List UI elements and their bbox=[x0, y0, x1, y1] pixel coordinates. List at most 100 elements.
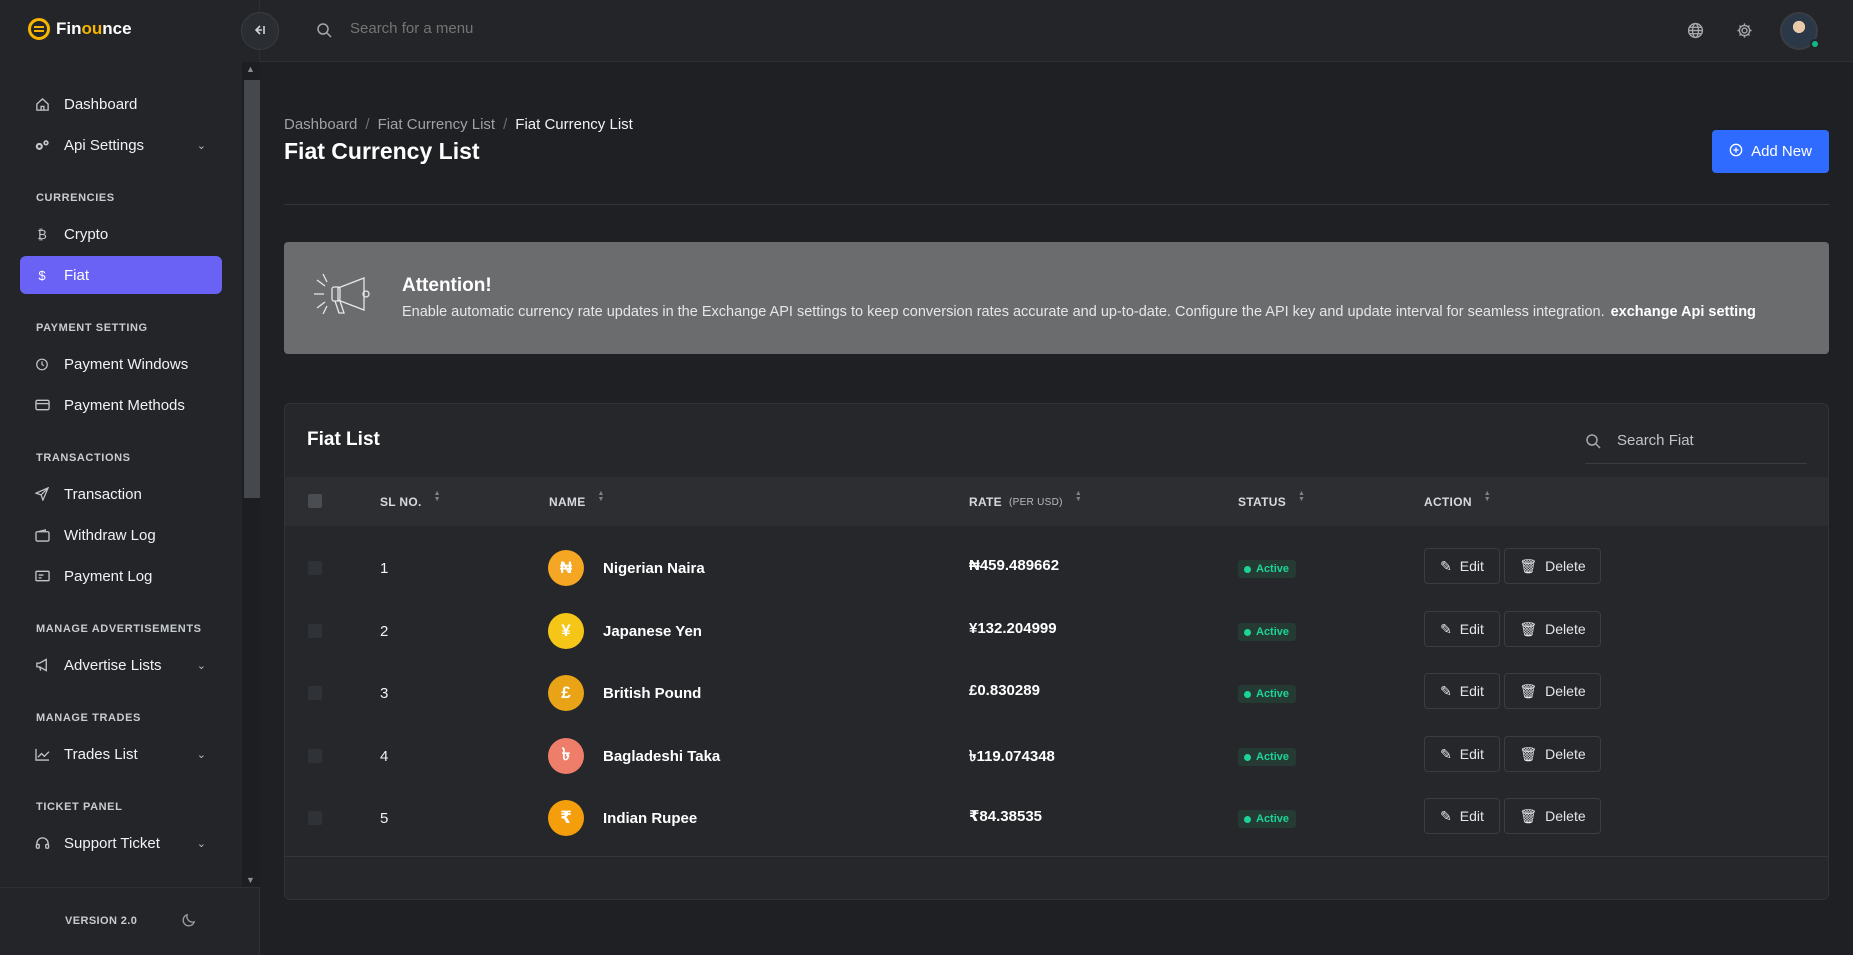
breadcrumb-link-fiat-currency-list[interactable]: Fiat Currency List bbox=[378, 116, 496, 133]
add-new-button[interactable]: Add New bbox=[1712, 130, 1829, 173]
topbar bbox=[260, 0, 1853, 62]
sidebar-item-api-settings[interactable]: Api Settings ⌄ bbox=[20, 126, 222, 164]
rupee-coin-icon: ₹ bbox=[548, 800, 584, 836]
scroll-up-arrow-icon[interactable]: ▲ bbox=[246, 64, 255, 74]
bitcoin-icon: ₿ bbox=[37, 226, 47, 242]
edit-button[interactable]: ✎ Edit bbox=[1424, 548, 1500, 584]
breadcrumb-current: Fiat Currency List bbox=[515, 116, 633, 133]
sidebar-item-label: Api Settings bbox=[64, 136, 145, 154]
currency-name: Indian Rupee bbox=[603, 810, 698, 827]
edit-button[interactable]: ✎ Edit bbox=[1424, 736, 1500, 772]
scrollbar-thumb[interactable] bbox=[244, 80, 260, 498]
scroll-down-arrow-icon[interactable]: ▼ bbox=[246, 875, 255, 885]
sidebar-item-payment-windows[interactable]: Payment Windows bbox=[20, 345, 222, 383]
table-row: 1 ₦ Nigerian Naira ₦459.489662 Active ✎ E… bbox=[285, 537, 1828, 599]
sidebar-item-payment-methods[interactable]: Payment Methods bbox=[20, 386, 222, 424]
trash-icon: 🗑 bbox=[1519, 620, 1538, 637]
sidebar-item-payment-log[interactable]: Payment Log bbox=[20, 557, 222, 595]
sl-number: 5 bbox=[380, 810, 389, 827]
collapse-sidebar-button[interactable] bbox=[241, 12, 279, 50]
column-header-action[interactable]: ACTION ▲ ▼ bbox=[1424, 490, 1491, 509]
row-checkbox[interactable] bbox=[308, 749, 322, 763]
menu-search-input[interactable] bbox=[350, 20, 650, 37]
section-title-ticket-panel: TICKET PANEL bbox=[36, 801, 123, 813]
currency-rate: ¥132.204999 bbox=[969, 620, 1057, 637]
yen-coin-icon: ¥ bbox=[548, 613, 584, 649]
row-checkbox[interactable] bbox=[308, 811, 322, 825]
delete-button[interactable]: 🗑 Delete bbox=[1504, 736, 1601, 772]
status-badge: Active bbox=[1238, 623, 1297, 641]
edit-button[interactable]: ✎ Edit bbox=[1424, 611, 1500, 647]
column-header-sl[interactable]: SL NO. ▲ ▼ bbox=[380, 490, 441, 509]
sort-icon: ▲ ▼ bbox=[597, 490, 605, 503]
currency-name: Bagladeshi Taka bbox=[603, 748, 721, 765]
headset-icon bbox=[34, 836, 50, 851]
breadcrumb-link-dashboard[interactable]: Dashboard bbox=[284, 116, 357, 133]
currency-name: Japanese Yen bbox=[603, 623, 702, 640]
status-badge: Active bbox=[1238, 560, 1297, 578]
status-dot-icon bbox=[1244, 565, 1251, 573]
sidebar-item-label: Fiat bbox=[64, 266, 90, 284]
currency-name: British Pound bbox=[603, 685, 702, 702]
pencil-icon: ✎ bbox=[1440, 682, 1452, 699]
table-footer-divider bbox=[285, 856, 1828, 857]
status-dot-icon bbox=[1244, 690, 1251, 698]
trash-icon: 🗑 bbox=[1519, 557, 1538, 574]
megaphone-icon bbox=[310, 270, 378, 327]
delete-button[interactable]: 🗑 Delete bbox=[1504, 611, 1601, 647]
sidebar-item-trades-list[interactable]: Trades List ⌄ bbox=[20, 735, 222, 773]
sidebar-item-transaction[interactable]: Transaction bbox=[20, 475, 222, 513]
row-checkbox[interactable] bbox=[308, 686, 322, 700]
header-divider bbox=[284, 204, 1829, 205]
gear-icon[interactable] bbox=[1736, 22, 1753, 44]
delete-button[interactable]: 🗑 Delete bbox=[1504, 798, 1601, 834]
trash-icon: 🗑 bbox=[1519, 807, 1538, 824]
status-badge: Active bbox=[1238, 685, 1297, 703]
delete-button[interactable]: 🗑 Delete bbox=[1504, 673, 1601, 709]
taka-coin-icon: ৳ bbox=[548, 738, 584, 774]
edit-button[interactable]: ✎ Edit bbox=[1424, 798, 1500, 834]
chart-line-icon bbox=[34, 748, 50, 761]
column-header-name[interactable]: NAME ▲ ▼ bbox=[549, 490, 605, 509]
sidebar-item-support-ticket[interactable]: Support Ticket ⌄ bbox=[20, 824, 222, 862]
globe-icon[interactable] bbox=[1687, 22, 1704, 44]
alert-text: Enable automatic currency rate updates i… bbox=[402, 304, 1605, 320]
table-row: 3 £ British Pound £0.830289 Active ✎ Edit… bbox=[285, 662, 1828, 724]
sidebar-scrollbar[interactable]: ▲ ▼ bbox=[242, 62, 260, 887]
table-row: 4 ৳ Bagladeshi Taka ৳119.074348 Active ✎… bbox=[285, 725, 1828, 787]
chevron-down-icon: ⌄ bbox=[196, 659, 206, 672]
column-header-status[interactable]: STATUS ▲ ▼ bbox=[1238, 490, 1305, 509]
sidebar-item-crypto[interactable]: ₿ Crypto bbox=[20, 215, 222, 253]
row-checkbox[interactable] bbox=[308, 561, 322, 575]
column-header-rate[interactable]: RATE (PER USD) ▲ ▼ bbox=[969, 490, 1082, 509]
sidebar-item-fiat[interactable]: $ Fiat bbox=[20, 256, 222, 294]
wallet-icon bbox=[34, 528, 50, 542]
chevron-down-icon: ⌄ bbox=[196, 837, 206, 850]
sort-icon: ▲ ▼ bbox=[1483, 490, 1492, 503]
app-logo[interactable]: Finounce bbox=[28, 18, 132, 40]
moon-icon[interactable] bbox=[182, 912, 197, 930]
sidebar-item-dashboard[interactable]: Dashboard bbox=[20, 85, 222, 123]
sidebar-item-advertise-lists[interactable]: Advertise Lists ⌄ bbox=[20, 646, 222, 684]
app-name: Finounce bbox=[56, 19, 132, 38]
sidebar-item-label: Dashboard bbox=[64, 95, 138, 113]
pencil-icon: ✎ bbox=[1440, 745, 1452, 762]
delete-button[interactable]: 🗑 Delete bbox=[1504, 548, 1601, 584]
sort-icon: ▲ ▼ bbox=[433, 490, 441, 503]
status-dot-icon bbox=[1244, 753, 1251, 761]
fiat-search bbox=[1585, 420, 1807, 464]
exchange-api-setting-link[interactable]: exchange Api setting bbox=[1611, 304, 1756, 320]
trash-icon: 🗑 bbox=[1519, 682, 1538, 699]
table-header: SL NO. ▲ ▼ NAME ▲ ▼ RATE (PER USD) ▲ ▼ STATUS ▲ ▼… bbox=[285, 477, 1828, 526]
sl-number: 2 bbox=[380, 623, 389, 640]
fiat-search-input[interactable] bbox=[1617, 432, 1797, 449]
pencil-icon: ✎ bbox=[1440, 557, 1452, 574]
select-all-checkbox[interactable] bbox=[308, 494, 322, 508]
currency-rate: ₦459.489662 bbox=[969, 557, 1060, 574]
edit-button[interactable]: ✎ Edit bbox=[1424, 673, 1500, 709]
currency-name: Nigerian Naira bbox=[603, 560, 705, 577]
breadcrumb-separator: / bbox=[503, 116, 508, 133]
home-icon bbox=[34, 97, 50, 112]
sidebar-item-withdraw-log[interactable]: Withdraw Log bbox=[20, 516, 222, 554]
row-checkbox[interactable] bbox=[308, 624, 322, 638]
